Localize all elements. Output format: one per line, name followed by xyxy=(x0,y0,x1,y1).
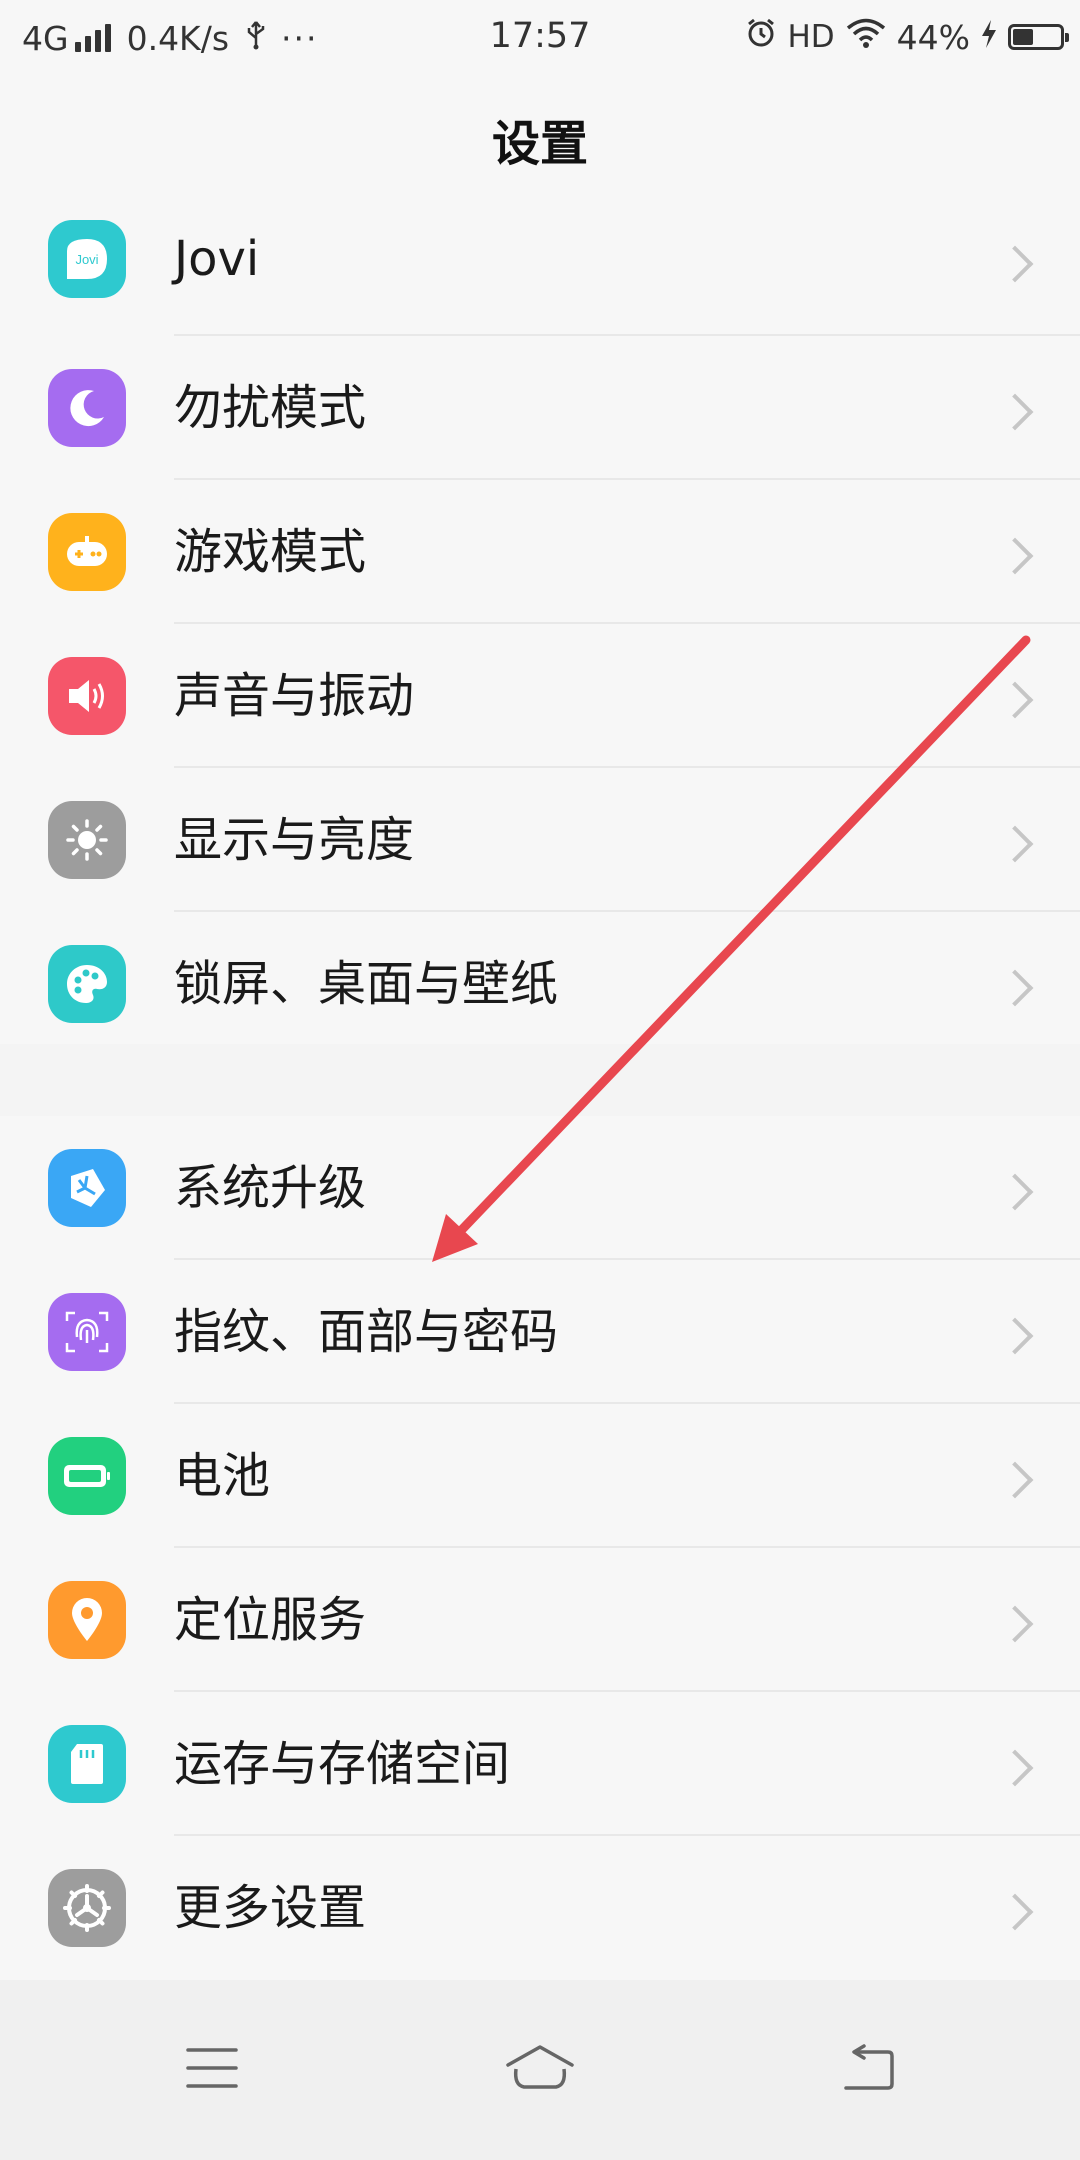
menu-icon xyxy=(186,2046,238,2094)
settings-item-label: Jovi xyxy=(174,231,260,287)
chevron-right-icon xyxy=(996,1605,1034,1643)
page-title: 设置 xyxy=(491,116,588,172)
wifi-icon xyxy=(845,17,887,57)
navigation-bar xyxy=(0,1980,1080,2160)
settings-item-more-settings[interactable]: 更多设置 xyxy=(0,1836,1080,1980)
palette-icon xyxy=(48,945,126,1023)
settings-item-label: 系统升级 xyxy=(174,1160,367,1216)
settings-item-game-mode[interactable]: 游戏模式 xyxy=(0,480,1080,624)
header: 设置 xyxy=(0,74,1080,209)
chevron-right-icon xyxy=(996,393,1034,431)
battery-icon xyxy=(48,1437,126,1515)
location-pin-icon xyxy=(48,1581,126,1659)
chevron-right-icon xyxy=(996,1317,1034,1355)
chevron-right-icon xyxy=(996,825,1034,863)
charging-bolt-icon xyxy=(980,18,998,57)
svg-text:Jovi: Jovi xyxy=(75,252,98,267)
settings-item-jovi[interactable]: Jovi Jovi xyxy=(0,192,1080,336)
home-button[interactable] xyxy=(490,2020,590,2120)
settings-item-do-not-disturb[interactable]: 勿扰模式 xyxy=(0,336,1080,480)
fingerprint-icon xyxy=(48,1293,126,1371)
chevron-right-icon xyxy=(996,681,1034,719)
status-bar: 4G 0.4K/s ··· 17:57 HD 44% xyxy=(0,0,1080,74)
settings-group-2: 系统升级 指纹、面部与密码 电池 定位服务 运存与存储空间 更多设置 xyxy=(0,1116,1080,1980)
settings-item-label: 游戏模式 xyxy=(174,524,367,580)
settings-item-label: 更多设置 xyxy=(174,1880,367,1936)
hd-indicator: HD xyxy=(787,19,835,55)
battery-fill xyxy=(1013,29,1033,45)
back-button[interactable] xyxy=(818,2020,918,2120)
home-icon xyxy=(504,2043,576,2097)
more-settings-gear-icon xyxy=(48,1869,126,1947)
moon-icon xyxy=(48,369,126,447)
settings-item-location-services[interactable]: 定位服务 xyxy=(0,1548,1080,1692)
chevron-right-icon xyxy=(996,1749,1034,1787)
chevron-right-icon xyxy=(996,1893,1034,1931)
system-update-icon xyxy=(48,1149,126,1227)
battery-percent: 44% xyxy=(896,17,970,57)
chevron-right-icon xyxy=(996,537,1034,575)
chevron-right-icon xyxy=(996,1173,1034,1211)
settings-item-label: 电池 xyxy=(174,1448,271,1504)
settings-item-label: 声音与振动 xyxy=(174,668,415,724)
settings-item-label: 指纹、面部与密码 xyxy=(174,1304,559,1360)
battery-indicator-icon xyxy=(1008,24,1069,50)
chevron-right-icon xyxy=(996,1461,1034,1499)
chevron-right-icon xyxy=(996,245,1034,283)
settings-item-lockscreen-wallpaper[interactable]: 锁屏、桌面与壁纸 xyxy=(0,912,1080,1056)
sun-icon xyxy=(48,801,126,879)
settings-item-ram-storage[interactable]: 运存与存储空间 xyxy=(0,1692,1080,1836)
settings-item-label: 显示与亮度 xyxy=(174,812,415,868)
jovi-icon: Jovi xyxy=(48,220,126,298)
menu-button[interactable] xyxy=(162,2020,262,2120)
speaker-icon xyxy=(48,657,126,735)
sd-card-icon xyxy=(48,1725,126,1803)
settings-item-display-brightness[interactable]: 显示与亮度 xyxy=(0,768,1080,912)
settings-item-label: 锁屏、桌面与壁纸 xyxy=(174,956,559,1012)
settings-item-fingerprint-face-password[interactable]: 指纹、面部与密码 xyxy=(0,1260,1080,1404)
alarm-icon xyxy=(745,17,777,57)
chevron-right-icon xyxy=(996,969,1034,1007)
settings-item-system-update[interactable]: 系统升级 xyxy=(0,1116,1080,1260)
settings-item-battery[interactable]: 电池 xyxy=(0,1404,1080,1548)
status-right: HD 44% xyxy=(735,16,1069,58)
settings-item-sound-vibration[interactable]: 声音与振动 xyxy=(0,624,1080,768)
back-icon xyxy=(840,2044,896,2096)
settings-item-label: 定位服务 xyxy=(174,1592,367,1648)
settings-item-label: 运存与存储空间 xyxy=(174,1736,511,1792)
settings-item-label: 勿扰模式 xyxy=(174,380,367,436)
settings-group-1: Jovi Jovi 勿扰模式 游戏模式 声音与振动 显示与亮度 锁屏、桌面与壁纸 xyxy=(0,208,1080,1044)
gamepad-icon xyxy=(48,513,126,591)
